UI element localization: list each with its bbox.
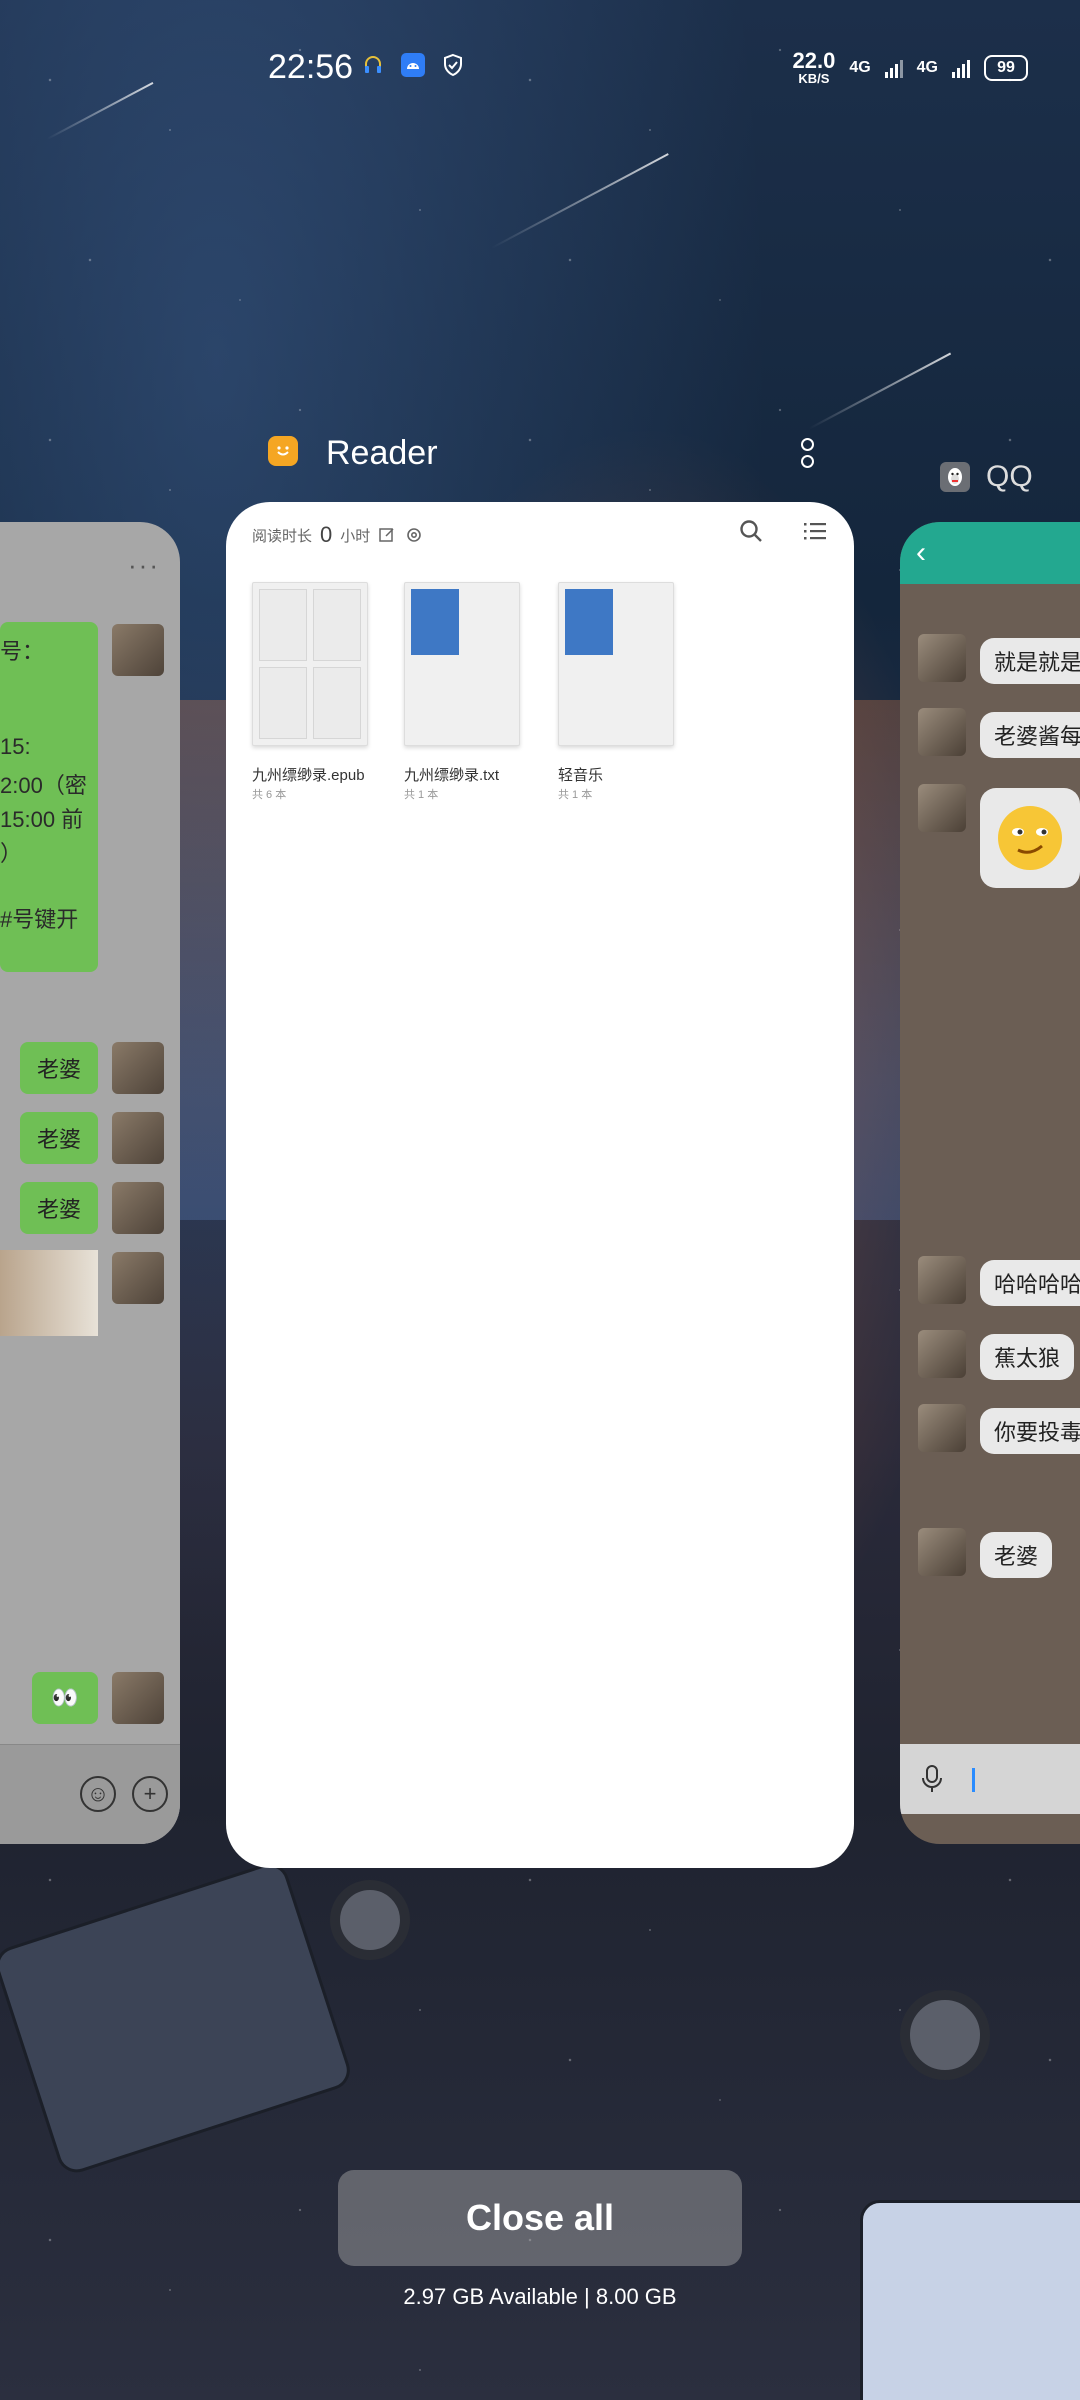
microphone-icon[interactable]: [920, 1764, 944, 1794]
network-type-2: 4G: [916, 58, 938, 76]
message-bubble: 老婆: [20, 1112, 98, 1164]
book-folder-grid: [259, 589, 361, 739]
book-title: 九州缥缈录.epub: [252, 767, 365, 784]
wallpaper-speaker: [900, 1990, 990, 2080]
shield-icon: [440, 52, 466, 78]
avatar: [112, 1672, 164, 1724]
chat-header: ‹: [900, 522, 1080, 584]
message-text: 号：: [0, 639, 45, 664]
more-dots-icon[interactable]: ···: [128, 550, 160, 581]
smirk-emoji-icon: [998, 806, 1062, 870]
avatar: [112, 1042, 164, 1094]
recent-app-name: Reader: [326, 434, 438, 472]
network-speed-unit: KB/S: [798, 71, 830, 86]
signal-icon: [884, 59, 903, 78]
message-text: 2:00（密: [0, 773, 87, 798]
headset-icon: [360, 52, 386, 78]
avatar: [918, 1404, 966, 1452]
signal-icon: [952, 59, 970, 78]
book-title: 轻音乐: [558, 767, 604, 784]
recent-card-reader[interactable]: 阅读时长 0 小时 九州缥缈录.epub 共 6 本 九州缥缈录.txt 共 1 本…: [226, 502, 854, 1868]
recent-app-header-reader: Reader: [268, 434, 828, 492]
message-text: #号键开: [0, 907, 79, 932]
avatar: [918, 708, 966, 756]
avatar: [918, 1330, 966, 1378]
avatar: [918, 634, 966, 682]
list-icon[interactable]: [802, 518, 828, 544]
message-text: 15:00 前: [0, 807, 84, 832]
reading-time-hours: 0: [320, 522, 333, 547]
book-cover[interactable]: [404, 582, 520, 746]
status-bar: 22:56 22.0 KB/S 4G 4G 99: [0, 0, 1080, 140]
message-text: ）: [0, 841, 23, 866]
message-bubble: 老婆: [20, 1182, 98, 1234]
emoji-message: 👀: [32, 1672, 98, 1724]
avatar: [112, 1182, 164, 1234]
gear-icon[interactable]: [404, 525, 424, 545]
sticker-message: [980, 788, 1080, 888]
message-bubble: 老婆酱每: [980, 712, 1080, 758]
plus-icon[interactable]: +: [132, 1776, 168, 1812]
android-icon: [400, 52, 426, 78]
network-type-1: 4G: [849, 58, 871, 76]
status-right-cluster: 22.0 KB/S 4G 4G 99: [792, 50, 1028, 85]
message-bubble: 你要投毒: [980, 1408, 1080, 1454]
status-time: 22:56: [268, 48, 354, 86]
edit-icon[interactable]: [378, 526, 396, 544]
message-bubble: 老婆: [980, 1532, 1053, 1578]
app-options-icon[interactable]: [800, 438, 814, 468]
recent-card-left-chat[interactable]: ··· 号： 15: 2:00（密 15:00 前 ） #号键开 老婆 老婆 老…: [0, 522, 180, 1844]
image-message: [0, 1250, 98, 1336]
avatar: [112, 1252, 164, 1304]
book-count: 共 1 本: [558, 789, 593, 801]
network-speed: 22.0 KB/S: [792, 48, 836, 86]
message-bubble: 蕉太狼: [980, 1334, 1075, 1380]
avatar: [112, 1112, 164, 1164]
book-cover-art: [411, 589, 459, 655]
book-count: 共 6 本: [252, 789, 287, 801]
message-bubble: 老婆: [20, 1042, 98, 1094]
book-cover[interactable]: [558, 582, 674, 746]
reading-time-unit: 小时: [340, 527, 371, 545]
message-bubble: 就是就是: [980, 638, 1080, 684]
book-count: 共 1 本: [404, 789, 439, 801]
wallpaper-speaker: [330, 1880, 410, 1960]
reading-time: 阅读时长 0 小时: [252, 522, 424, 548]
reader-smile-icon[interactable]: [268, 436, 298, 466]
search-icon[interactable]: [738, 518, 764, 544]
avatar: [918, 1528, 966, 1576]
book-folder[interactable]: [252, 582, 368, 746]
recent-card-qq[interactable]: ‹ 就是就是 老婆酱每 哈哈哈哈 蕉太狼 你要投毒 老婆: [900, 522, 1080, 1844]
back-icon[interactable]: ‹: [916, 536, 926, 570]
text-cursor: [972, 1768, 975, 1792]
emoji-icon[interactable]: ☺: [80, 1776, 116, 1812]
avatar: [918, 1256, 966, 1304]
close-all-button[interactable]: Close all: [338, 2170, 742, 2266]
battery-indicator: 99: [984, 54, 1028, 81]
status-notification-icons: [360, 52, 466, 78]
avatar: [112, 624, 164, 676]
memory-info: 2.97 GB Available | 8.00 GB: [403, 2284, 677, 2309]
message-text: 15:: [0, 734, 31, 759]
book-title: 九州缥缈录.txt: [404, 767, 500, 784]
message-bubble: 哈哈哈哈: [980, 1260, 1080, 1306]
qq-penguin-icon[interactable]: [940, 462, 970, 492]
avatar: [918, 784, 966, 832]
book-cover-art: [565, 589, 613, 655]
network-speed-value: 22.0: [792, 48, 836, 73]
recent-app-name-qq: QQ: [986, 460, 1033, 493]
recent-app-header-qq: QQ: [940, 460, 1033, 494]
reading-time-label: 阅读时长: [252, 527, 313, 545]
